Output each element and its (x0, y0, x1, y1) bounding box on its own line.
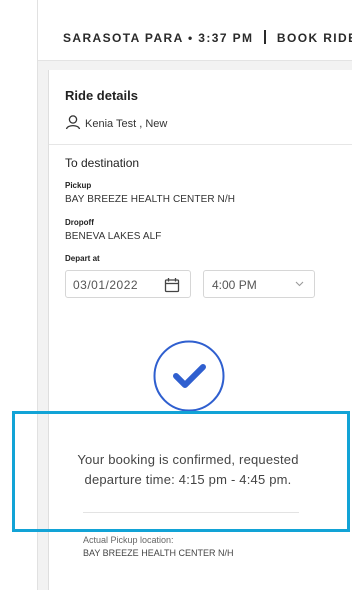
header-page-title: BOOK RIDE (276, 31, 352, 45)
pickup-label: Pickup (65, 181, 92, 190)
actual-pickup-value: BAY BREEZE HEALTH CENTER N/H (83, 548, 234, 558)
ride-details-panel: Ride details Kenia Test , New To destina… (48, 70, 352, 590)
actual-pickup-label: Actual Pickup location: (83, 535, 174, 545)
confirmation-message: Your booking is confirmed, requested dep… (49, 450, 327, 490)
person-icon (65, 114, 85, 133)
dropoff-label: Dropoff (65, 218, 94, 227)
header-time: 3:37 PM (198, 31, 254, 45)
date-picker[interactable]: 03/01/2022 (65, 270, 191, 298)
date-value: 03/01/2022 (73, 278, 139, 292)
checkmark-circle-icon (153, 340, 225, 417)
header-separator (264, 30, 267, 44)
chevron-down-icon (295, 279, 304, 289)
header-bullet: • (187, 31, 194, 45)
divider (83, 512, 299, 513)
pickup-value: BAY BREEZE HEALTH CENTER N/H (65, 194, 236, 205)
dropoff-value: BENEVA LAKES ALF (65, 231, 162, 242)
rider-row: Kenia Test , New (65, 114, 167, 133)
header-title: SARASOTA PARA • 3:37 PM BOOK RIDE (63, 30, 352, 45)
app-header: SARASOTA PARA • 3:37 PM BOOK RIDE (38, 0, 352, 61)
calendar-icon[interactable] (164, 277, 180, 298)
rider-name: Kenia Test , New (85, 117, 168, 130)
confirmation-line-2: departure time: 4:15 pm - 4:45 pm. (84, 472, 292, 487)
time-value: 4:00 PM (212, 278, 257, 292)
time-select[interactable]: 4:00 PM (203, 270, 315, 298)
destination-heading: To destination (65, 156, 140, 170)
divider (49, 144, 352, 145)
header-location: SARASOTA PARA (63, 31, 184, 45)
ride-details-title: Ride details (65, 88, 138, 103)
confirmation-line-1: Your booking is confirmed, requested (77, 452, 299, 467)
booking-card: SARASOTA PARA • 3:37 PM BOOK RIDE Ride d… (37, 0, 352, 590)
depart-at-label: Depart at (65, 254, 100, 263)
